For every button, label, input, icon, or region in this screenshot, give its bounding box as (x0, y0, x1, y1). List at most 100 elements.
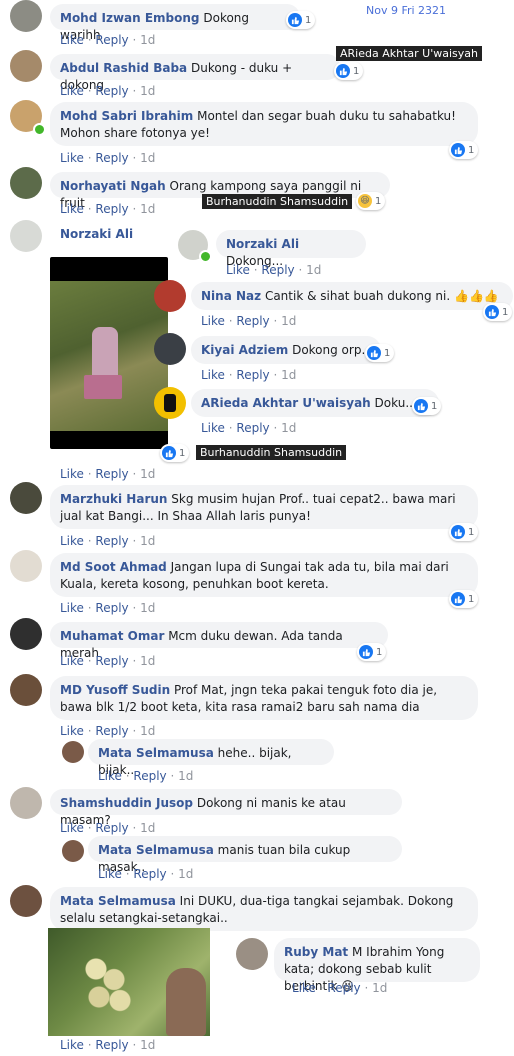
reply-link[interactable]: Reply (95, 601, 128, 615)
avatar[interactable] (154, 333, 186, 365)
reply-link[interactable]: Reply (261, 263, 294, 277)
reaction-count[interactable]: 1 (357, 643, 387, 661)
reply-link[interactable]: Reply (133, 769, 166, 783)
like-link[interactable]: Like (201, 421, 225, 435)
reply-link[interactable]: Reply (95, 202, 128, 216)
avatar[interactable] (154, 387, 186, 419)
commenter-name[interactable]: Norzaki Ali (60, 227, 133, 241)
like-link[interactable]: Like (60, 654, 84, 668)
reaction-count[interactable]: 1 (365, 344, 395, 362)
reaction-count[interactable]: 1 (483, 303, 513, 321)
reaction-count[interactable]: 1 (449, 141, 479, 159)
avatar[interactable] (10, 787, 42, 819)
like-link[interactable]: Like (60, 724, 84, 738)
reply-link[interactable]: Reply (95, 467, 128, 481)
replier-name[interactable]: ARieda Akhtar U'waisyah (201, 396, 371, 410)
reply-link[interactable]: Reply (327, 981, 360, 995)
reply-link[interactable]: Reply (95, 151, 128, 165)
avatar[interactable] (10, 220, 42, 252)
commenter-name[interactable]: Norhayati Ngah (60, 179, 166, 193)
reply-link[interactable]: Reply (95, 534, 128, 548)
avatar[interactable] (10, 674, 42, 706)
avatar[interactable] (62, 840, 84, 862)
commenter-name[interactable]: Md Soot Ahmad (60, 560, 167, 574)
commenter-name[interactable]: Muhamat Omar (60, 629, 164, 643)
comment-time[interactable]: 1d (140, 202, 155, 216)
comment-photo[interactable] (50, 257, 168, 449)
like-link[interactable]: Like (226, 263, 250, 277)
like-link[interactable]: Like (292, 981, 316, 995)
avatar[interactable] (10, 618, 42, 650)
like-link[interactable]: Like (60, 1038, 84, 1052)
avatar[interactable] (10, 550, 42, 582)
reply-time[interactable]: 1d (372, 981, 387, 995)
like-link[interactable]: Like (201, 368, 225, 382)
comment-time[interactable]: 1d (140, 84, 155, 98)
reply-link[interactable]: Reply (95, 1038, 128, 1052)
reply-time[interactable]: 1d (281, 368, 296, 382)
comment-time[interactable]: 1d (140, 724, 155, 738)
comment-time[interactable]: 1d (140, 467, 155, 481)
reply-link[interactable]: Reply (95, 821, 128, 835)
like-link[interactable]: Like (60, 601, 84, 615)
avatar[interactable] (236, 938, 268, 970)
comment-time[interactable]: 1d (140, 151, 155, 165)
comment-time[interactable]: 1d (140, 821, 155, 835)
commenter-name[interactable]: Marzhuki Harun (60, 492, 167, 506)
reply-time[interactable]: 1d (178, 769, 193, 783)
like-link[interactable]: Like (201, 314, 225, 328)
avatar[interactable] (154, 280, 186, 312)
reply-link[interactable]: Reply (236, 421, 269, 435)
reply-link[interactable]: Reply (95, 84, 128, 98)
reply-link[interactable]: Reply (236, 368, 269, 382)
reply-link[interactable]: Reply (95, 654, 128, 668)
avatar[interactable] (62, 741, 84, 763)
avatar[interactable] (10, 482, 42, 514)
comment-time[interactable]: 1d (140, 33, 155, 47)
reply-time[interactable]: 1d (306, 263, 321, 277)
replier-name[interactable]: Kiyai Adziem (201, 343, 288, 357)
comment-time[interactable]: 1d (140, 601, 155, 615)
like-link[interactable]: Like (60, 84, 84, 98)
commenter-name[interactable]: MD Yusoff Sudin (60, 683, 170, 697)
reply-time[interactable]: 1d (281, 421, 296, 435)
like-link[interactable]: Like (60, 33, 84, 47)
replier-name[interactable]: Ruby Mat (284, 945, 348, 959)
comment-time[interactable]: 1d (140, 654, 155, 668)
reaction-count[interactable]: 1 (160, 444, 190, 462)
commenter-name[interactable]: Mohd Izwan Embong (60, 11, 200, 25)
reaction-count[interactable]: 1 (286, 11, 316, 29)
avatar[interactable] (10, 167, 42, 199)
reply-link[interactable]: Reply (236, 314, 269, 328)
reply-time[interactable]: 1d (281, 314, 296, 328)
commenter-name[interactable]: Abdul Rashid Baba (60, 61, 187, 75)
comment-time[interactable]: 1d (140, 1038, 155, 1052)
reply-link[interactable]: Reply (95, 724, 128, 738)
like-link[interactable]: Like (60, 467, 84, 481)
comment-photo[interactable] (48, 928, 210, 1036)
comment-time[interactable]: 1d (140, 534, 155, 548)
like-link[interactable]: Like (60, 151, 84, 165)
reaction-count[interactable]: 1 (412, 397, 442, 415)
replier-name[interactable]: Nina Naz (201, 289, 261, 303)
avatar[interactable] (10, 0, 42, 32)
like-link[interactable]: Like (60, 202, 84, 216)
replier-name[interactable]: Mata Selmamusa (98, 843, 214, 857)
replier-name[interactable]: Mata Selmamusa (98, 746, 214, 760)
reaction-count[interactable]: 1 (334, 62, 364, 80)
avatar[interactable] (10, 885, 42, 917)
like-link[interactable]: Like (60, 534, 84, 548)
commenter-name[interactable]: Mata Selmamusa (60, 894, 176, 908)
reaction-count[interactable]: 😆 1 (356, 192, 386, 210)
reply-link[interactable]: Reply (95, 33, 128, 47)
commenter-name[interactable]: Shamshuddin Jusop (60, 796, 193, 810)
reaction-count[interactable]: 1 (449, 590, 479, 608)
commenter-name[interactable]: Mohd Sabri Ibrahim (60, 109, 193, 123)
like-link[interactable]: Like (98, 769, 122, 783)
like-link[interactable]: Like (60, 821, 84, 835)
reply-link[interactable]: Reply (133, 867, 166, 881)
replier-name[interactable]: Norzaki Ali (226, 237, 299, 251)
reaction-count[interactable]: 1 (449, 523, 479, 541)
reply-time[interactable]: 1d (178, 867, 193, 881)
like-link[interactable]: Like (98, 867, 122, 881)
